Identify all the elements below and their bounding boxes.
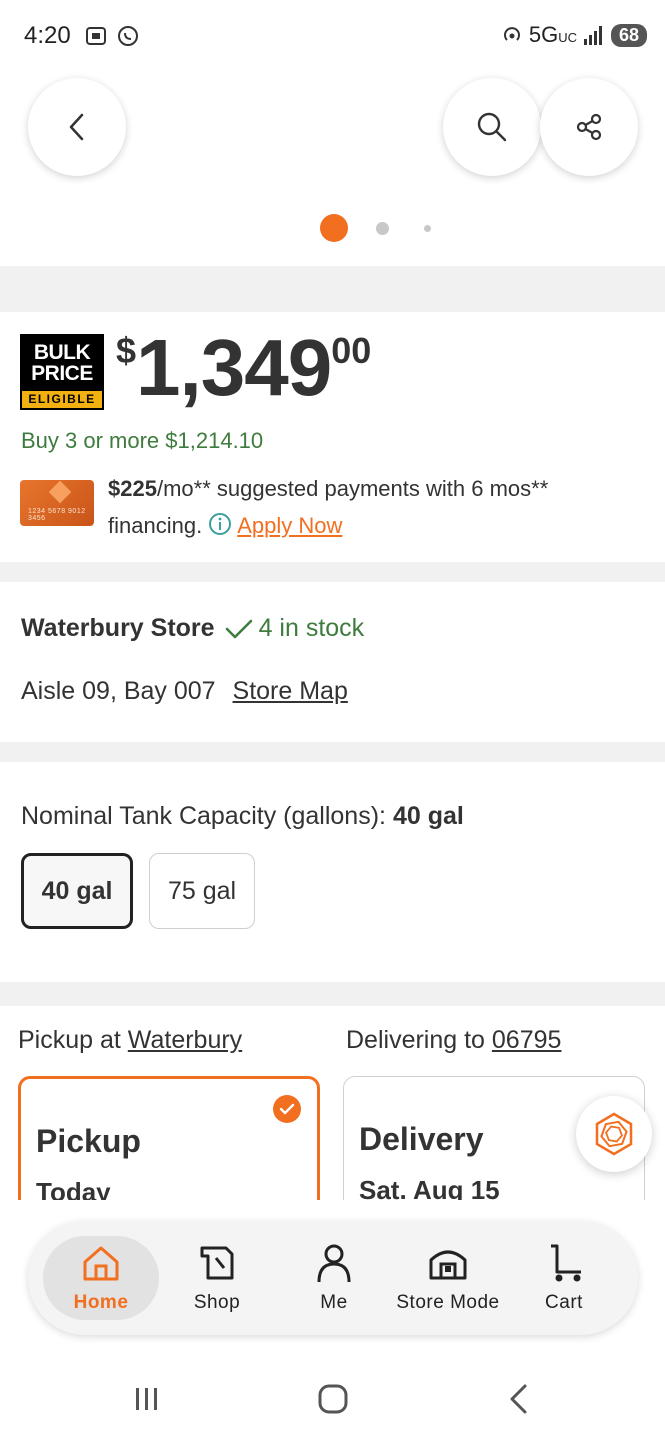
delivery-zip-link[interactable]: 06795 <box>492 1026 562 1054</box>
bottom-navigation: Home Shop Me Store Mode Cart <box>28 1221 638 1335</box>
image-carousel-indicator[interactable] <box>0 214 665 244</box>
store-map-link[interactable]: Store Map <box>233 677 348 705</box>
nav-cart[interactable]: Cart <box>512 1221 616 1335</box>
store-name: Waterbury Store <box>21 614 215 642</box>
aisle-location: Aisle 09, Bay 007 Store Map <box>21 677 348 705</box>
share-button[interactable] <box>540 78 638 176</box>
nav-home[interactable]: Home <box>43 1221 159 1335</box>
assistant-chat-button[interactable] <box>576 1096 652 1172</box>
financing-text: $225/mo** suggested payments with 6 mos*… <box>108 476 549 538</box>
capacity-label: Nominal Tank Capacity (gallons): 40 gal <box>21 802 464 830</box>
info-icon[interactable] <box>208 512 232 536</box>
cart-icon <box>551 1244 581 1282</box>
nav-store-mode[interactable]: Store Mode <box>388 1221 508 1335</box>
apply-now-link[interactable]: Apply Now <box>237 513 342 538</box>
stock-count: 4 in stock <box>258 614 365 642</box>
nav-me[interactable]: Me <box>280 1221 388 1335</box>
home-icon <box>83 1246 119 1281</box>
selected-check-icon <box>273 1095 301 1123</box>
check-icon <box>225 619 252 638</box>
delivery-location: Delivering to 06795 <box>346 1026 562 1054</box>
assistant-hexagon-icon <box>595 1112 633 1156</box>
network-type: 5GUC <box>528 22 577 47</box>
carousel-dot[interactable] <box>376 222 389 235</box>
pickup-location: Pickup at Waterbury <box>18 1026 243 1054</box>
credit-card-image: 1234 5678 9012 3456 <box>20 480 94 526</box>
chevron-left-icon <box>69 113 84 141</box>
carousel-dot-active[interactable] <box>320 214 348 242</box>
person-icon <box>317 1244 351 1283</box>
recent-apps-icon[interactable] <box>132 1384 162 1414</box>
back-button[interactable] <box>28 78 126 176</box>
bulk-price-badge: BULK PRICE ELIGIBLE <box>20 334 104 410</box>
bulk-price-offer: Buy 3 or more $1,214.10 <box>21 428 264 453</box>
system-navigation-bar <box>0 1360 665 1440</box>
section-divider <box>0 562 665 582</box>
section-divider <box>0 266 665 312</box>
carousel-dot[interactable] <box>424 225 431 232</box>
capacity-option-75[interactable]: 75 gal <box>149 853 255 929</box>
shop-icon <box>200 1246 234 1280</box>
whatsapp-icon <box>118 26 138 46</box>
search-icon <box>477 112 507 142</box>
nav-shop[interactable]: Shop <box>163 1221 271 1335</box>
screenshot-icon <box>86 27 106 45</box>
section-divider <box>0 982 665 1006</box>
back-nav-icon[interactable] <box>504 1382 534 1416</box>
capacity-option-40[interactable]: 40 gal <box>21 853 133 929</box>
home-button-icon[interactable] <box>316 1382 350 1416</box>
section-divider <box>0 742 665 762</box>
status-bar: 4:20 5GUC 68 <box>0 0 665 76</box>
pickup-store-link[interactable]: Waterbury <box>128 1026 242 1054</box>
status-time: 4:20 <box>24 22 71 49</box>
store-icon <box>429 1250 467 1280</box>
hotspot-icon <box>503 27 520 41</box>
share-icon <box>576 113 602 141</box>
search-button[interactable] <box>443 78 541 176</box>
store-availability: Waterbury Store 4 in stock <box>21 614 364 643</box>
signal-icon <box>583 26 602 45</box>
battery-level: 68 <box>610 23 647 47</box>
product-price: $1,34900 <box>116 323 372 412</box>
